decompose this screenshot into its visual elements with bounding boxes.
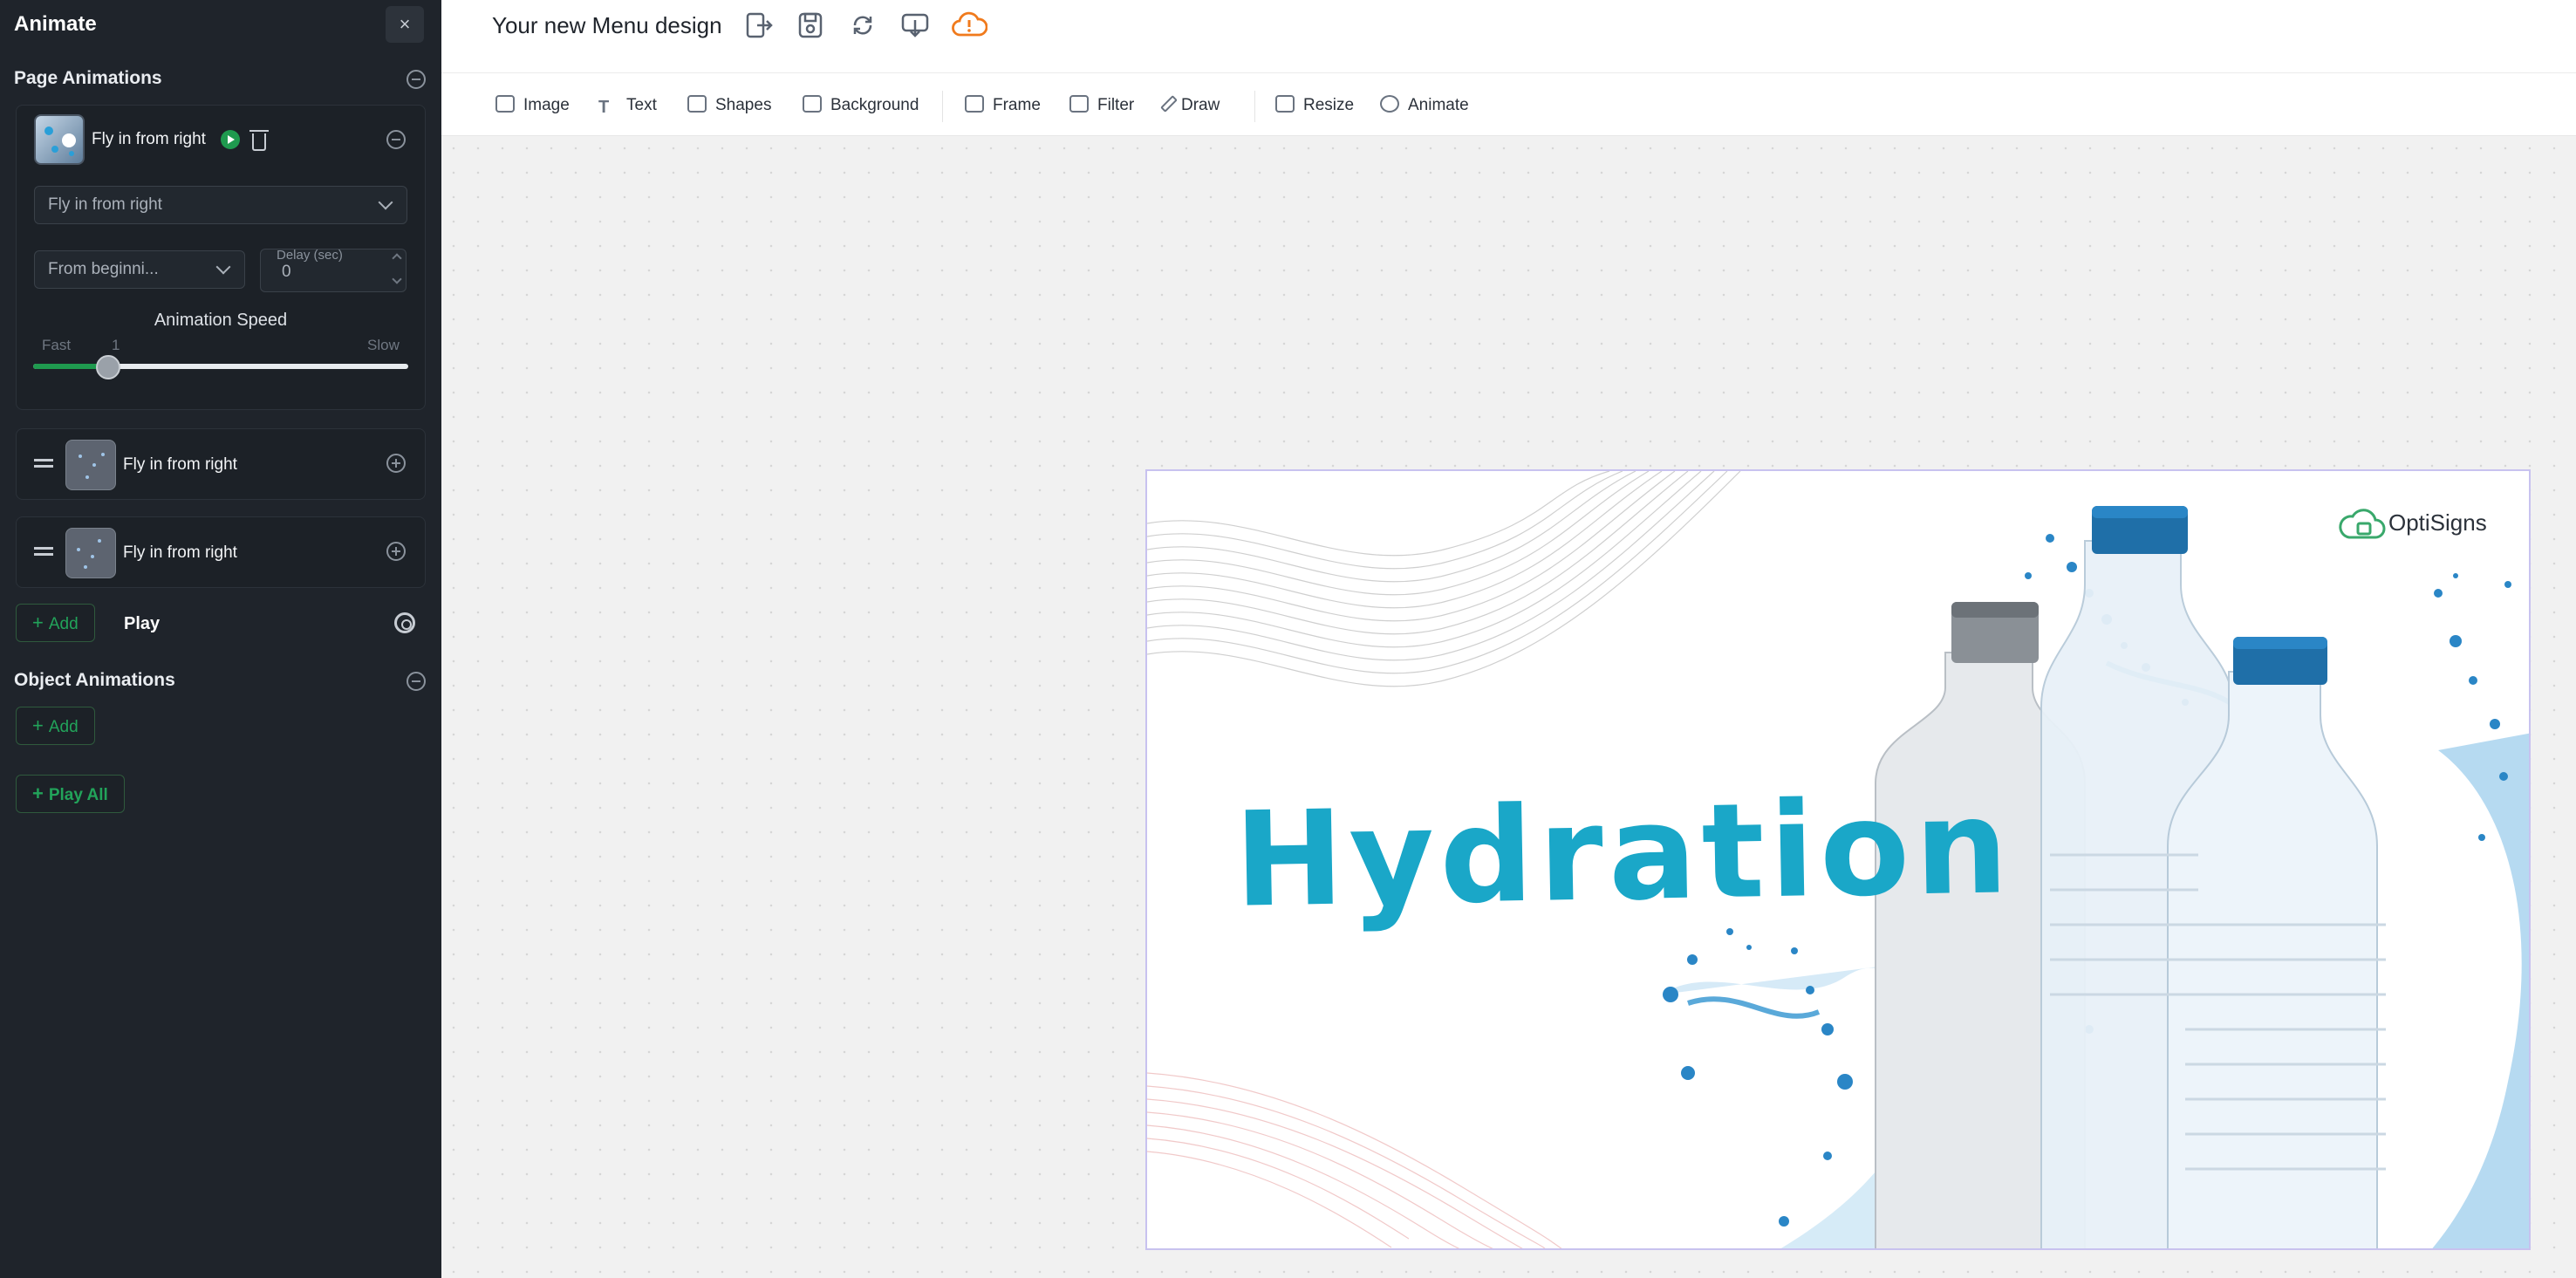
toolbar-divider <box>1254 91 1255 122</box>
animation-thumbnail <box>65 440 116 490</box>
toolbar-resize-label: Resize <box>1303 96 1355 114</box>
publish-icon[interactable] <box>900 11 930 39</box>
image-icon <box>495 95 515 113</box>
speed-value: 1 <box>112 337 120 353</box>
effect-select-value: Fly in from right <box>48 195 162 214</box>
toolbar-shapes[interactable]: Shapes <box>687 92 771 119</box>
save-icon[interactable] <box>796 11 825 39</box>
close-icon[interactable]: × <box>386 6 424 43</box>
background-icon <box>803 95 822 113</box>
speed-slider-handle[interactable] <box>96 355 120 379</box>
toolbar-shapes-label: Shapes <box>715 96 772 114</box>
toolbar-animate-label: Animate <box>1408 96 1469 114</box>
toolbar-draw-label: Draw <box>1181 96 1220 114</box>
collapse-object-animations-icon[interactable] <box>407 672 426 691</box>
animation-thumbnail <box>34 114 85 165</box>
play-icon[interactable] <box>221 130 240 149</box>
effect-select[interactable]: Fly in from right <box>34 186 407 224</box>
expand-icon[interactable] <box>386 454 406 473</box>
start-select-value: From beginni... <box>48 260 159 278</box>
document-title[interactable]: Your new Menu design <box>492 12 722 39</box>
toolbar-background[interactable]: Background <box>803 92 919 119</box>
speed-slow-label: Slow <box>367 337 400 353</box>
delay-value: 0 <box>282 263 291 281</box>
add-page-animation-button[interactable]: + Add <box>16 604 95 642</box>
gear-icon[interactable] <box>394 612 415 633</box>
collapse-page-animations-icon[interactable] <box>407 70 426 89</box>
toolbar-draw[interactable]: Draw <box>1160 92 1220 119</box>
expand-icon[interactable] <box>386 542 406 561</box>
drag-handle-icon[interactable] <box>34 459 53 468</box>
panel-title: Animate <box>14 12 97 36</box>
animation-row[interactable]: Fly in from right <box>16 516 426 588</box>
toolbar-frame-label: Frame <box>993 96 1041 114</box>
animation-thumbnail <box>65 528 116 578</box>
export-icon[interactable] <box>745 11 775 39</box>
increment-icon[interactable] <box>392 253 402 263</box>
delay-label: Delay (sec) <box>277 248 343 263</box>
animate-icon <box>1380 95 1399 113</box>
design-canvas[interactable]: Hydration OptiSigns <box>1145 469 2531 1250</box>
toolbar-image[interactable]: Image <box>495 92 570 119</box>
resize-icon <box>1275 95 1295 113</box>
decrement-icon[interactable] <box>392 274 402 284</box>
animate-panel: Animate × Page Animations Fly in from ri… <box>0 0 441 1278</box>
play-button[interactable]: Play <box>124 614 160 634</box>
top-bar: Your new Menu design <box>441 0 2576 73</box>
drag-handle-icon[interactable] <box>34 547 53 556</box>
delay-input[interactable]: Delay (sec) 0 <box>260 248 407 292</box>
play-all-label: Play All <box>48 786 108 804</box>
chevron-down-icon <box>215 259 231 275</box>
trash-icon[interactable] <box>249 130 269 151</box>
sync-icon[interactable] <box>848 11 878 39</box>
toolbar-resize[interactable]: Resize <box>1275 92 1354 119</box>
panel-header: Animate × <box>0 0 441 49</box>
animation-row[interactable]: Fly in from right <box>16 428 426 500</box>
toolbar-filter[interactable]: Filter <box>1069 92 1134 119</box>
add-object-animation-button[interactable]: + Add <box>16 707 95 745</box>
editor-toolbar: Image T Text Shapes Background Frame Filt… <box>441 73 2576 136</box>
speed-fast-label: Fast <box>42 337 72 353</box>
shapes-icon <box>687 95 707 113</box>
toolbar-background-label: Background <box>830 96 919 114</box>
headline-text[interactable]: Hydration <box>1233 771 2015 937</box>
animation-row-label: Fly in from right <box>123 455 237 474</box>
pencil-icon <box>1160 95 1178 113</box>
text-icon: T <box>598 98 610 117</box>
frame-icon <box>965 95 984 113</box>
page-animations-title: Page Animations <box>14 68 162 88</box>
chevron-down-icon <box>378 195 393 210</box>
toolbar-text-label: Text <box>626 96 657 114</box>
active-animation-name: Fly in from right <box>92 130 206 148</box>
collapse-card-icon[interactable] <box>386 130 406 149</box>
filter-icon <box>1069 95 1089 113</box>
toolbar-filter-label: Filter <box>1097 96 1135 114</box>
play-all-button[interactable]: + Play All <box>16 775 125 813</box>
toolbar-text[interactable]: T Text <box>598 92 657 119</box>
cloud-warning-icon[interactable] <box>951 10 988 38</box>
add-label: Add <box>48 615 79 633</box>
toolbar-frame[interactable]: Frame <box>965 92 1041 119</box>
start-select[interactable]: From beginni... <box>34 250 245 289</box>
optisigns-logo-icon <box>2339 509 2386 539</box>
object-animations-title: Object Animations <box>14 670 175 690</box>
add-label: Add <box>48 718 79 736</box>
speed-slider[interactable] <box>33 364 408 369</box>
toolbar-animate[interactable]: Animate <box>1380 92 1469 119</box>
toolbar-image-label: Image <box>523 96 570 114</box>
speed-title: Animation Speed <box>154 311 288 330</box>
toolbar-divider <box>942 91 943 122</box>
animation-row-label: Fly in from right <box>123 543 237 562</box>
brand-name: OptiSigns <box>2388 509 2487 536</box>
